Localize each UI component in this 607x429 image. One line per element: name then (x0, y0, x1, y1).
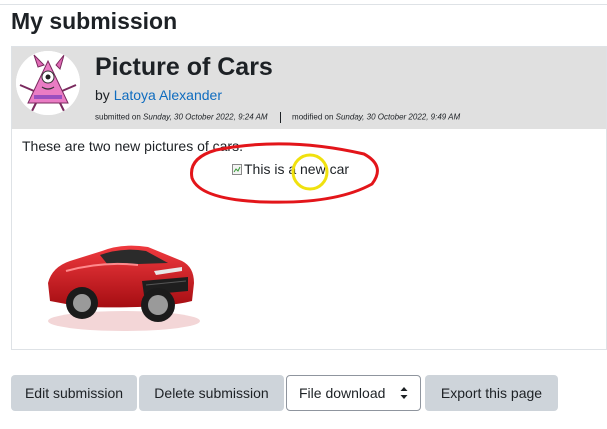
date-separator (279, 112, 281, 123)
select-arrows-icon (400, 387, 408, 399)
by-label: by (95, 87, 110, 103)
submission-title: Picture of Cars (95, 53, 273, 81)
modified-label: modified on (292, 112, 334, 122)
yellow-annotation-circle (291, 153, 329, 191)
author-link[interactable]: Latoya Alexander (114, 87, 222, 103)
page-heading: My submission (11, 8, 178, 34)
export-page-button[interactable]: Export this page (425, 375, 558, 411)
modified-date: Sunday, 30 October 2022, 9:49 AM (335, 112, 461, 122)
submission-dates: submitted on Sunday, 30 October 2022, 9:… (95, 112, 460, 123)
user-avatar[interactable] (16, 51, 80, 115)
delete-submission-button[interactable]: Delete submission (139, 375, 284, 411)
author-line: by Latoya Alexander (95, 87, 222, 103)
file-download-select-value: File download (299, 385, 386, 401)
monster-avatar-icon (16, 51, 80, 115)
file-download-select[interactable]: File download (286, 375, 421, 411)
car-image (42, 221, 202, 342)
top-divider (0, 4, 607, 5)
red-annotation-circle (190, 142, 379, 204)
submission-header: Picture of Cars by Latoya Alexander submi… (12, 47, 606, 129)
submitted-date: Sunday, 30 October 2022, 9:24 AM (143, 112, 268, 122)
edit-submission-button[interactable]: Edit submission (11, 375, 137, 411)
submitted-label: submitted on (95, 112, 141, 122)
car-icon (48, 245, 200, 331)
